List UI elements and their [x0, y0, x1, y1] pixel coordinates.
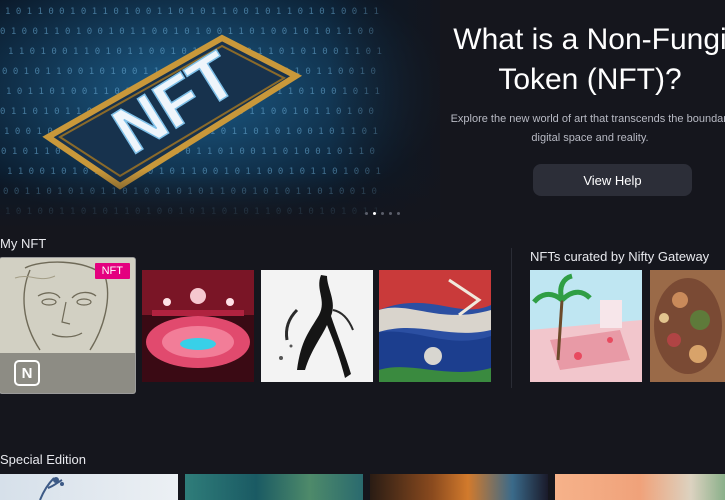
- carousel-dot-active[interactable]: [373, 212, 376, 215]
- tree-image: [39, 477, 64, 500]
- dancer-ink-image: [261, 270, 373, 382]
- my-nft-card-2[interactable]: [142, 270, 254, 382]
- special-edition-card-4[interactable]: [555, 474, 725, 500]
- my-nft-card-3[interactable]: [261, 270, 373, 382]
- svg-text:1 0 1 1 0 0 1 0 1 1 0 1 0 0 1: 1 0 1 1 0 0 1 0 1 1 0 1 0 0 1 1 0 1 0 1 …: [5, 7, 379, 17]
- pink-palm-scene-image: [530, 270, 642, 382]
- nft-badge: NFT: [94, 263, 130, 279]
- abstract-blue-red-image: [379, 270, 491, 382]
- carousel-indicator[interactable]: [365, 212, 400, 215]
- pink-room-image: [142, 270, 254, 382]
- curated-title: NFTs curated by Nifty Gateway: [530, 249, 710, 264]
- carousel-dot[interactable]: [389, 212, 392, 215]
- sculpture-image: [650, 270, 725, 382]
- carousel-dot[interactable]: [365, 212, 368, 215]
- view-help-button[interactable]: View Help: [533, 164, 692, 196]
- curated-card-2[interactable]: [650, 270, 725, 382]
- special-edition-card-3[interactable]: [370, 474, 548, 500]
- my-nft-card-4[interactable]: [379, 270, 491, 382]
- carousel-dot[interactable]: [381, 212, 384, 215]
- my-nft-title: My NFT: [0, 236, 47, 251]
- special-edition-title: Special Edition: [0, 452, 86, 467]
- hero-banner[interactable]: 1 0 1 1 0 0 1 0 1 1 0 1 0 0 1 1 0 1 0 1 …: [0, 0, 725, 228]
- carousel-dot[interactable]: [397, 212, 400, 215]
- curated-card-1[interactable]: [530, 270, 642, 382]
- svg-text:0 1 0 0 1 1 0 1 0 0 1 0 1 1 0: 0 1 0 0 1 1 0 1 0 0 1 0 1 1 0 0 1 0 1 0 …: [0, 27, 374, 37]
- special-edition-card-2[interactable]: [185, 474, 363, 500]
- section-divider: [511, 248, 512, 388]
- nifty-logo-icon: N: [14, 360, 40, 386]
- my-nft-card-focused[interactable]: NFT N: [0, 258, 135, 393]
- hero-title: What is a Non-Fungi Token (NFT)?: [453, 23, 725, 96]
- special-edition-card-1[interactable]: [0, 474, 178, 500]
- hero-subtitle: Explore the new world of art that transc…: [450, 113, 725, 144]
- svg-text:0 1 0 1 1 0 0 1 0 1 1 0 0 1 0: 0 1 0 1 1 0 0 1 0 1 1 0 0 1 0 1 0 0 1 1 …: [1, 147, 375, 157]
